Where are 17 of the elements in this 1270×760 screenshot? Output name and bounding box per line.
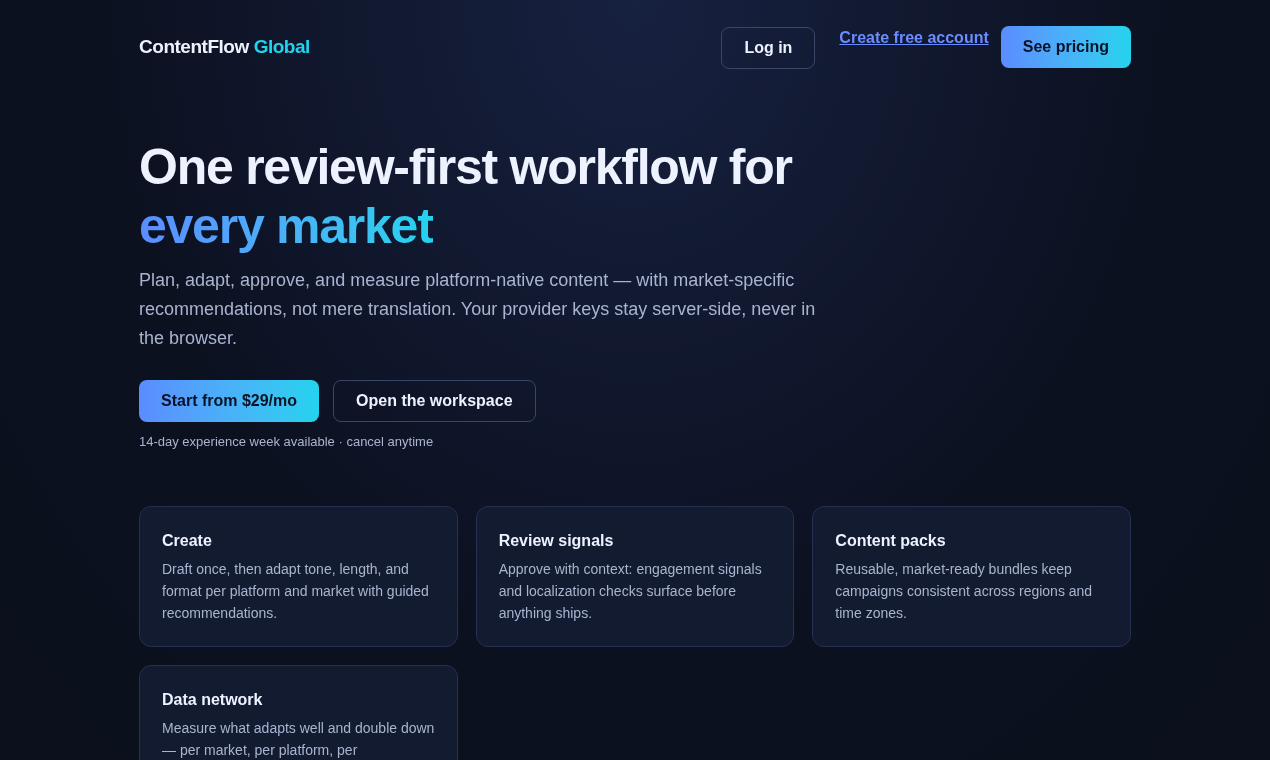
feature-title: Data network	[162, 689, 264, 710]
trial-note: 14-day experience week available · cancel anytime	[139, 433, 435, 451]
feature-title: Create	[162, 530, 213, 551]
login-button[interactable]: Log in	[721, 27, 816, 69]
feature-title: Content packs	[835, 530, 947, 551]
feature-description: Draft once, then adapt tone, length, and format per platform and market with guided recommendations.	[162, 559, 430, 623]
feature-description: Reusable, market-ready bundles keep campaigns consistent across regions and time zones.	[835, 559, 1094, 623]
hero-description: Plan, adapt, approve, and measure platform-native content — with market-specific recommendations, not mere translation. Your provider keys stay server-side, never in the browser.	[139, 269, 817, 350]
brand-logo[interactable]: ContentFlow Global	[139, 32, 310, 62]
feature-title: Review signals	[498, 530, 615, 551]
pricing-button[interactable]: See pricing	[1000, 26, 1131, 68]
workspace-button[interactable]: Open the workspace	[333, 380, 536, 422]
start-button[interactable]: Start from $29/mo	[139, 380, 320, 422]
feature-description: Approve with context: engagement signals and localization checks surface before anything ships.	[498, 559, 763, 623]
feature-description: Measure what adapts well and double down — per market, per platform, per	[162, 718, 435, 760]
create-account-link[interactable]: Create free account	[839, 26, 989, 50]
hero-title: One review-first workflow for	[139, 138, 794, 197]
